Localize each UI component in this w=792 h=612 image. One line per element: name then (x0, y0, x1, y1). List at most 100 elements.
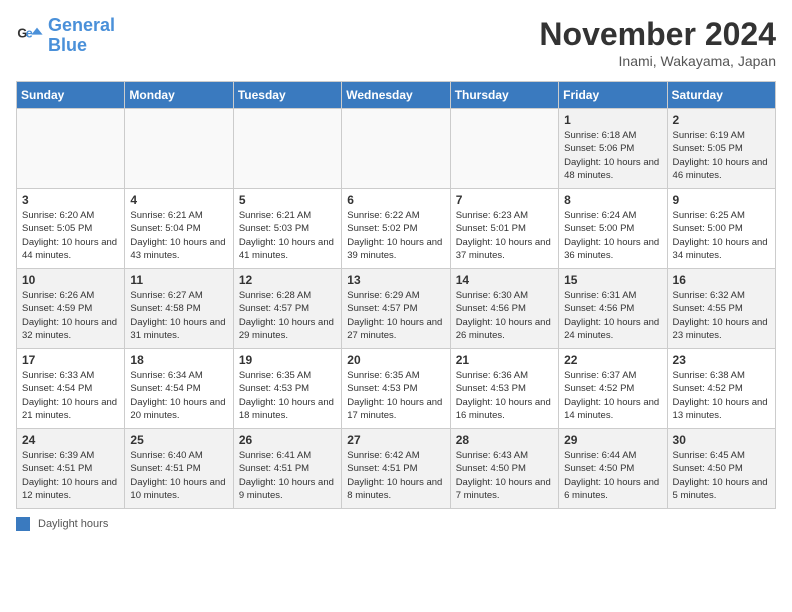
calendar-cell: 15 Sunrise: 6:31 AM Sunset: 4:56 PM Dayli… (559, 269, 667, 349)
day-info: Sunrise: 6:32 AM Sunset: 4:55 PM Dayligh… (673, 289, 770, 342)
day-info: Sunrise: 6:18 AM Sunset: 5:06 PM Dayligh… (564, 129, 661, 182)
day-info: Sunrise: 6:19 AM Sunset: 5:05 PM Dayligh… (673, 129, 770, 182)
day-number: 10 (22, 273, 119, 287)
calendar-cell: 18 Sunrise: 6:34 AM Sunset: 4:54 PM Dayli… (125, 349, 233, 429)
calendar-cell: 12Sunrise: 6:28 AM Sunset: 4:57 PM Dayli… (233, 269, 341, 349)
calendar-cell: 16 Sunrise: 6:32 AM Sunset: 4:55 PM Dayli… (667, 269, 775, 349)
day-number: 1 (564, 113, 661, 127)
weekday-header-wednesday: Wednesday (342, 82, 450, 109)
day-info: Sunrise: 6:39 AM Sunset: 4:51 PM Dayligh… (22, 449, 119, 502)
day-info: Sunrise: 6:25 AM Sunset: 5:00 PM Dayligh… (673, 209, 770, 262)
day-number: 30 (673, 433, 770, 447)
calendar-cell: 8 Sunrise: 6:24 AM Sunset: 5:00 PM Daylig… (559, 189, 667, 269)
day-number: 13 (347, 273, 444, 287)
calendar-cell (17, 109, 125, 189)
day-number: 17 (22, 353, 119, 367)
calendar-cell: 7 Sunrise: 6:23 AM Sunset: 5:01 PM Daylig… (450, 189, 558, 269)
day-info: Sunrise: 6:23 AM Sunset: 5:01 PM Dayligh… (456, 209, 553, 262)
weekday-header-tuesday: Tuesday (233, 82, 341, 109)
day-info: Sunrise: 6:22 AM Sunset: 5:02 PM Dayligh… (347, 209, 444, 262)
day-number: 6 (347, 193, 444, 207)
calendar-cell: 30 Sunrise: 6:45 AM Sunset: 4:50 PM Dayli… (667, 429, 775, 509)
title-block: November 2024 Inami, Wakayama, Japan (539, 16, 776, 69)
calendar-footer: Daylight hours (16, 517, 776, 531)
day-number: 2 (673, 113, 770, 127)
day-number: 8 (564, 193, 661, 207)
calendar-cell: 27Sunrise: 6:42 AM Sunset: 4:51 PM Dayli… (342, 429, 450, 509)
logo-text: GeneralBlue (48, 16, 115, 56)
location: Inami, Wakayama, Japan (539, 53, 776, 69)
day-info: Sunrise: 6:34 AM Sunset: 4:54 PM Dayligh… (130, 369, 227, 422)
calendar-cell: 4 Sunrise: 6:21 AM Sunset: 5:04 PM Daylig… (125, 189, 233, 269)
day-info: Sunrise: 6:35 AM Sunset: 4:53 PM Dayligh… (239, 369, 336, 422)
calendar-cell: 13 Sunrise: 6:29 AM Sunset: 4:57 PM Dayli… (342, 269, 450, 349)
calendar-cell (125, 109, 233, 189)
day-number: 7 (456, 193, 553, 207)
day-number: 28 (456, 433, 553, 447)
day-info: Sunrise: 6:30 AM Sunset: 4:56 PM Dayligh… (456, 289, 553, 342)
calendar-table: SundayMondayTuesdayWednesdayThursdayFrid… (16, 81, 776, 509)
weekday-header-saturday: Saturday (667, 82, 775, 109)
calendar-cell: 17Sunrise: 6:33 AM Sunset: 4:54 PM Dayli… (17, 349, 125, 429)
day-number: 9 (673, 193, 770, 207)
weekday-header-thursday: Thursday (450, 82, 558, 109)
calendar-cell (233, 109, 341, 189)
day-info: Sunrise: 6:40 AM Sunset: 4:51 PM Dayligh… (130, 449, 227, 502)
day-number: 23 (673, 353, 770, 367)
calendar-cell (342, 109, 450, 189)
day-number: 20 (347, 353, 444, 367)
day-number: 14 (456, 273, 553, 287)
calendar-cell: 28 Sunrise: 6:43 AM Sunset: 4:50 PM Dayli… (450, 429, 558, 509)
day-info: Sunrise: 6:45 AM Sunset: 4:50 PM Dayligh… (673, 449, 770, 502)
day-info: Sunrise: 6:21 AM Sunset: 5:04 PM Dayligh… (130, 209, 227, 262)
day-number: 11 (130, 273, 227, 287)
calendar-cell (450, 109, 558, 189)
day-info: Sunrise: 6:21 AM Sunset: 5:03 PM Dayligh… (239, 209, 336, 262)
logo: G e GeneralBlue (16, 16, 115, 56)
day-number: 25 (130, 433, 227, 447)
month-title: November 2024 (539, 16, 776, 53)
calendar-cell: 23Sunrise: 6:38 AM Sunset: 4:52 PM Dayli… (667, 349, 775, 429)
weekday-header-friday: Friday (559, 82, 667, 109)
calendar-cell: 2 Sunrise: 6:19 AM Sunset: 5:05 PM Daylig… (667, 109, 775, 189)
day-info: Sunrise: 6:20 AM Sunset: 5:05 PM Dayligh… (22, 209, 119, 262)
day-info: Sunrise: 6:24 AM Sunset: 5:00 PM Dayligh… (564, 209, 661, 262)
calendar-cell: 3Sunrise: 6:20 AM Sunset: 5:05 PM Daylig… (17, 189, 125, 269)
day-info: Sunrise: 6:31 AM Sunset: 4:56 PM Dayligh… (564, 289, 661, 342)
calendar-cell: 19 Sunrise: 6:35 AM Sunset: 4:53 PM Dayli… (233, 349, 341, 429)
calendar-cell: 11Sunrise: 6:27 AM Sunset: 4:58 PM Dayli… (125, 269, 233, 349)
weekday-header-monday: Monday (125, 82, 233, 109)
legend-box (16, 517, 30, 531)
logo-icon: G e (16, 22, 44, 50)
day-info: Sunrise: 6:43 AM Sunset: 4:50 PM Dayligh… (456, 449, 553, 502)
day-info: Sunrise: 6:29 AM Sunset: 4:57 PM Dayligh… (347, 289, 444, 342)
day-info: Sunrise: 6:26 AM Sunset: 4:59 PM Dayligh… (22, 289, 119, 342)
day-number: 12 (239, 273, 336, 287)
calendar-cell: 5 Sunrise: 6:21 AM Sunset: 5:03 PM Daylig… (233, 189, 341, 269)
day-number: 5 (239, 193, 336, 207)
calendar-cell: 21Sunrise: 6:36 AM Sunset: 4:53 PM Dayli… (450, 349, 558, 429)
calendar-cell: 9 Sunrise: 6:25 AM Sunset: 5:00 PM Daylig… (667, 189, 775, 269)
calendar-cell: 24 Sunrise: 6:39 AM Sunset: 4:51 PM Dayli… (17, 429, 125, 509)
weekday-header-sunday: Sunday (17, 82, 125, 109)
day-number: 29 (564, 433, 661, 447)
calendar-cell: 29Sunrise: 6:44 AM Sunset: 4:50 PM Dayli… (559, 429, 667, 509)
day-number: 4 (130, 193, 227, 207)
calendar-cell: 1 Sunrise: 6:18 AM Sunset: 5:06 PM Daylig… (559, 109, 667, 189)
day-number: 15 (564, 273, 661, 287)
day-number: 16 (673, 273, 770, 287)
day-info: Sunrise: 6:36 AM Sunset: 4:53 PM Dayligh… (456, 369, 553, 422)
legend-label: Daylight hours (38, 518, 108, 530)
calendar-cell: 10 Sunrise: 6:26 AM Sunset: 4:59 PM Dayli… (17, 269, 125, 349)
calendar-cell: 14 Sunrise: 6:30 AM Sunset: 4:56 PM Dayli… (450, 269, 558, 349)
day-number: 26 (239, 433, 336, 447)
day-number: 18 (130, 353, 227, 367)
day-number: 22 (564, 353, 661, 367)
day-info: Sunrise: 6:37 AM Sunset: 4:52 PM Dayligh… (564, 369, 661, 422)
day-number: 19 (239, 353, 336, 367)
svg-text:e: e (26, 26, 33, 40)
calendar-cell: 25 Sunrise: 6:40 AM Sunset: 4:51 PM Dayli… (125, 429, 233, 509)
calendar-cell: 26Sunrise: 6:41 AM Sunset: 4:51 PM Dayli… (233, 429, 341, 509)
day-info: Sunrise: 6:35 AM Sunset: 4:53 PM Dayligh… (347, 369, 444, 422)
day-number: 24 (22, 433, 119, 447)
